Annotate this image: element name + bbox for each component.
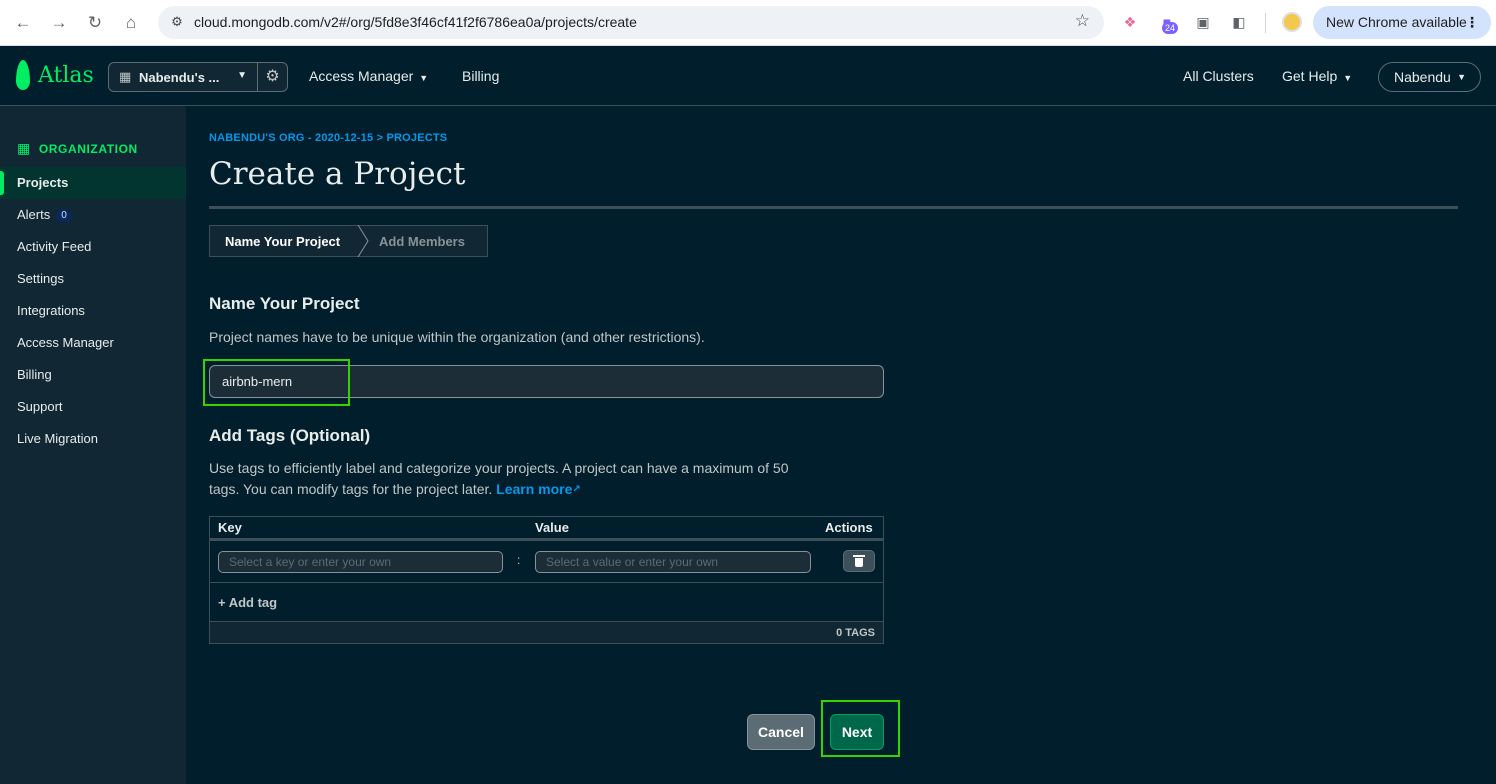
tags-section-description: Use tags to efficiently label and catego…	[209, 458, 789, 500]
org-settings-gear-icon[interactable]: ⚙	[258, 62, 288, 92]
tags-description-line2: tags. You can modify tags for the projec…	[209, 481, 493, 497]
logo-text: Atlas	[38, 62, 94, 88]
user-menu[interactable]: Nabendu ▼	[1378, 62, 1481, 92]
chevron-right-icon	[357, 225, 369, 257]
update-label: New Chrome available	[1326, 14, 1467, 30]
reload-icon[interactable]: ↻	[83, 11, 107, 35]
org-selector[interactable]: ▦ Nabendu's ... ▼	[108, 62, 258, 92]
leaf-icon	[16, 60, 30, 90]
caret-down-icon: ▼	[1457, 72, 1466, 82]
tags-table: Key Value Actions Select a key or enter …	[209, 516, 884, 644]
tag-count: 0 TAGS	[210, 621, 883, 643]
tags-description-line1: Use tags to efficiently label and catego…	[209, 460, 789, 476]
sidebar-item-projects[interactable]: Projects	[0, 167, 186, 199]
tag-value-input[interactable]: Select a value or enter your own	[535, 551, 811, 573]
user-name: Nabendu	[1394, 69, 1451, 85]
sidebar: ▦ ORGANIZATION Projects Alerts 0 Activity…	[0, 106, 186, 784]
org-name: Nabendu's ...	[139, 70, 220, 85]
tags-table-header: Key Value Actions	[210, 517, 883, 541]
site-info-icon[interactable]: ⚙	[166, 11, 188, 33]
puzzle-icon[interactable]: ◧	[1228, 11, 1250, 33]
sidebar-item-billing[interactable]: Billing	[0, 359, 186, 391]
alerts-count-badge: 0	[56, 208, 72, 223]
sidebar-item-settings[interactable]: Settings	[0, 263, 186, 295]
forward-icon[interactable]: →	[47, 11, 71, 35]
sidebar-item-integrations[interactable]: Integrations	[0, 295, 186, 327]
building-icon: ▦	[119, 69, 132, 84]
name-section-description: Project names have to be unique within t…	[209, 329, 705, 345]
breadcrumb[interactable]: NABENDU'S ORG - 2020-12-15 > PROJECTS	[209, 132, 447, 144]
back-icon[interactable]: ←	[11, 11, 35, 35]
sidebar-item-access-manager[interactable]: Access Manager	[0, 327, 186, 359]
tags-section-heading: Add Tags (Optional)	[209, 426, 371, 445]
address-bar[interactable]: ⚙ cloud.mongodb.com/v2#/org/5fd8e3f46cf4…	[158, 6, 1104, 39]
learn-more-link[interactable]: Learn more↗	[496, 481, 581, 497]
billing-link[interactable]: Billing	[462, 68, 499, 84]
sidebar-item-alerts[interactable]: Alerts 0	[0, 199, 186, 231]
avatar[interactable]	[1282, 12, 1302, 32]
column-header-actions: Actions	[825, 520, 873, 535]
external-link-icon: ↗	[572, 484, 581, 495]
divider	[1265, 13, 1266, 33]
chrome-update-button[interactable]: New Chrome available ⋮	[1313, 6, 1491, 39]
sidebar-item-support[interactable]: Support	[0, 391, 186, 423]
sidebar-item-activity-feed[interactable]: Activity Feed	[0, 231, 186, 263]
access-manager-menu[interactable]: Access Manager ▼	[309, 68, 428, 84]
sidebar-item-live-migration[interactable]: Live Migration	[0, 423, 186, 455]
caret-down-icon: ▼	[419, 73, 429, 83]
main-content: NABENDU'S ORG - 2020-12-15 > PROJECTS Cr…	[186, 106, 1496, 784]
column-header-key: Key	[218, 520, 242, 535]
tag-key-input[interactable]: Select a key or enter your own	[218, 551, 503, 573]
step-add-members[interactable]: Add Members	[379, 234, 465, 249]
building-icon: ▦	[17, 140, 31, 156]
key-value-separator: :	[517, 553, 521, 567]
atlas-logo[interactable]: Atlas	[16, 60, 94, 90]
all-clusters-link[interactable]: All Clusters	[1183, 68, 1254, 84]
table-row: Select a key or enter your own : Select …	[210, 541, 883, 583]
caret-down-icon: ▼	[1343, 73, 1353, 83]
extension-badge: 24	[1162, 22, 1179, 34]
home-icon[interactable]: ⌂	[119, 11, 143, 35]
delete-tag-button[interactable]	[843, 550, 875, 572]
access-manager-label: Access Manager	[309, 68, 414, 84]
add-tag-button[interactable]: + Add tag	[218, 595, 277, 610]
highlight-box	[203, 359, 350, 406]
get-help-label: Get Help	[1282, 68, 1338, 84]
bookmark-star-icon[interactable]: ☆	[1075, 11, 1090, 31]
divider	[209, 206, 1458, 209]
browser-toolbar: ← → ↻ ⌂ ⚙ cloud.mongodb.com/v2#/org/5fd8…	[0, 0, 1496, 46]
sidebar-item-label: Alerts	[17, 207, 51, 222]
learn-more-label: Learn more	[496, 481, 573, 497]
step-name-your-project[interactable]: Name Your Project	[225, 234, 340, 249]
sidebar-heading: ▦ ORGANIZATION	[17, 140, 138, 157]
cancel-button[interactable]: Cancel	[747, 714, 815, 750]
name-section-heading: Name Your Project	[209, 294, 360, 313]
app-header: Atlas ▦ Nabendu's ... ▼ ⚙ Access Manager…	[0, 46, 1496, 106]
get-help-menu[interactable]: Get Help ▼	[1282, 68, 1352, 84]
sidebar-heading-label: ORGANIZATION	[38, 141, 138, 156]
wizard-steps: Name Your Project Add Members	[209, 225, 488, 257]
url-text[interactable]: cloud.mongodb.com/v2#/org/5fd8e3f46cf41f…	[194, 14, 637, 30]
highlight-box	[821, 700, 900, 757]
extension-icon[interactable]: ❖	[1119, 11, 1141, 33]
page-title: Create a Project	[209, 156, 466, 192]
caret-down-icon: ▼	[237, 70, 247, 81]
screenshot-icon[interactable]: ▣	[1192, 11, 1214, 33]
column-header-value: Value	[535, 520, 569, 535]
menu-kebab-icon[interactable]: ⋮	[1465, 6, 1479, 39]
